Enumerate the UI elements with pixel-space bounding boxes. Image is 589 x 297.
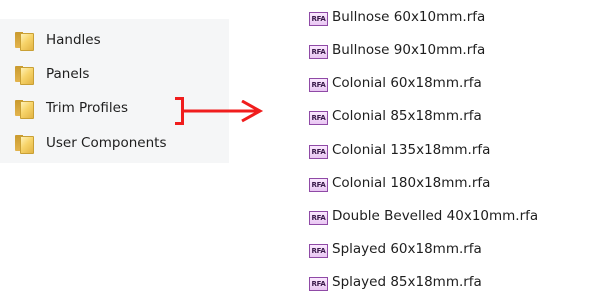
annotation-bracket: [175, 97, 184, 125]
file-item[interactable]: RFA Double Bevelled 40x10mm.rfa: [309, 204, 538, 228]
rfa-file-icon: RFA: [309, 178, 328, 192]
file-item[interactable]: RFA Colonial 135x18mm.rfa: [309, 138, 490, 162]
annotation-arrow-icon: [184, 100, 264, 123]
rfa-file-icon: RFA: [309, 244, 328, 258]
folder-tree: Handles Panels Trim Profiles User Compon…: [0, 19, 229, 163]
file-item[interactable]: RFA Bullnose 90x10mm.rfa: [309, 38, 485, 62]
folder-icon: [14, 65, 34, 85]
folder-label: Handles: [46, 32, 101, 48]
rfa-file-icon: RFA: [309, 12, 328, 26]
folder-label: Panels: [46, 66, 90, 82]
file-name: Colonial 135x18mm.rfa: [332, 142, 491, 158]
rfa-file-icon: RFA: [309, 78, 328, 92]
rfa-file-icon: RFA: [309, 277, 328, 291]
file-name: Double Bevelled 40x10mm.rfa: [332, 208, 539, 224]
file-name: Colonial 180x18mm.rfa: [332, 175, 491, 191]
file-name: Bullnose 90x10mm.rfa: [332, 42, 486, 58]
file-item[interactable]: RFA Colonial 180x18mm.rfa: [309, 171, 490, 195]
file-item[interactable]: RFA Splayed 60x18mm.rfa: [309, 237, 482, 261]
rfa-file-icon: RFA: [309, 45, 328, 59]
file-item[interactable]: RFA Colonial 85x18mm.rfa: [309, 104, 482, 128]
folder-icon: [14, 31, 34, 51]
file-item[interactable]: RFA Splayed 85x18mm.rfa: [309, 270, 482, 294]
file-name: Colonial 60x18mm.rfa: [332, 75, 482, 91]
folder-item-user-components[interactable]: User Components: [14, 130, 166, 156]
folder-icon: [14, 134, 34, 154]
folder-icon: [14, 99, 34, 119]
file-name: Splayed 60x18mm.rfa: [332, 241, 482, 257]
file-item[interactable]: RFA Bullnose 60x10mm.rfa: [309, 5, 485, 29]
file-item[interactable]: RFA Colonial 60x18mm.rfa: [309, 71, 482, 95]
folder-label: Trim Profiles: [46, 100, 129, 116]
rfa-file-icon: RFA: [309, 145, 328, 159]
folder-item-handles[interactable]: Handles: [14, 27, 101, 53]
folder-item-panels[interactable]: Panels: [14, 61, 89, 87]
file-name: Colonial 85x18mm.rfa: [332, 108, 482, 124]
rfa-file-icon: RFA: [309, 211, 328, 225]
rfa-file-icon: RFA: [309, 111, 328, 125]
file-name: Bullnose 60x10mm.rfa: [332, 9, 486, 25]
file-name: Splayed 85x18mm.rfa: [332, 274, 482, 290]
folder-item-trim-profiles[interactable]: Trim Profiles: [14, 95, 128, 121]
folder-label: User Components: [46, 135, 167, 151]
